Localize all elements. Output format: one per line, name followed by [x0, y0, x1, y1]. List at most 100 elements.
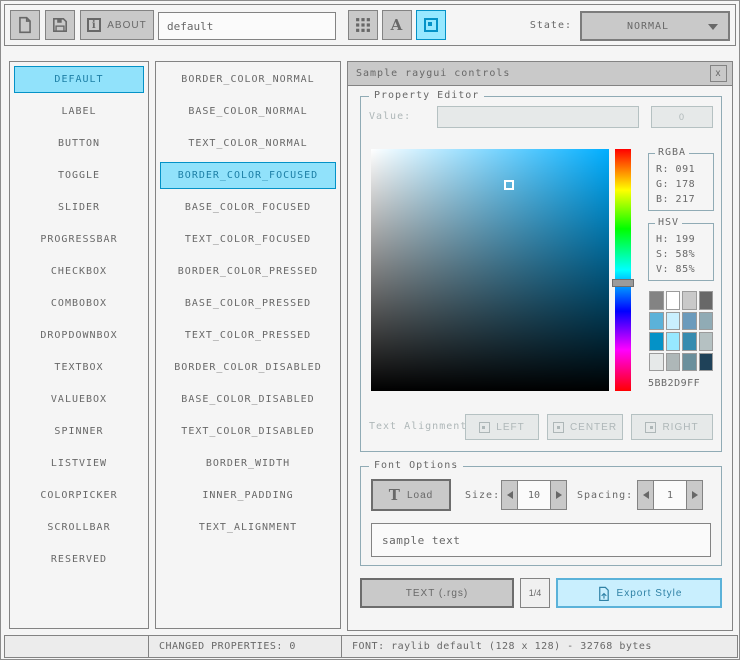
- controls-list-item[interactable]: SLIDER: [14, 194, 144, 221]
- controls-list-item[interactable]: LABEL: [14, 98, 144, 125]
- palette-color-cell[interactable]: [698, 311, 713, 330]
- chevron-down-icon: [708, 24, 718, 30]
- hsv-v-value: V: 85%: [656, 264, 696, 275]
- close-button[interactable]: x: [710, 65, 727, 82]
- properties-list-item[interactable]: BORDER_COLOR_PRESSED: [160, 258, 336, 285]
- properties-list-item[interactable]: BORDER_COLOR_DISABLED: [160, 354, 336, 381]
- right-arrow-icon: [555, 491, 562, 499]
- palette-color-cell[interactable]: [682, 291, 697, 310]
- properties-list-item[interactable]: TEXT_ALIGNMENT: [160, 514, 336, 541]
- hue-slider-handle[interactable]: [612, 278, 634, 287]
- table-view-button[interactable]: [348, 10, 378, 40]
- rgba-group: RGBA R: 091 G: 178 B: 217: [648, 147, 714, 211]
- palette-color-cell[interactable]: [665, 352, 680, 371]
- palette-color-cell[interactable]: [682, 352, 697, 371]
- font-load-icon: T: [388, 486, 401, 504]
- properties-list-item[interactable]: BASE_COLOR_PRESSED: [160, 290, 336, 317]
- value-apply-button: 0: [651, 106, 713, 128]
- export-file-icon: [598, 586, 609, 601]
- font-load-label: Load: [406, 489, 434, 501]
- rgba-group-label: RGBA: [655, 147, 690, 158]
- info-icon: i: [87, 18, 102, 32]
- properties-list-item[interactable]: BASE_COLOR_FOCUSED: [160, 194, 336, 221]
- controls-list-item[interactable]: BUTTON: [14, 130, 144, 157]
- size-decrease-button[interactable]: [501, 480, 518, 510]
- about-button[interactable]: i ABOUT: [80, 10, 154, 40]
- palette-color-cell[interactable]: [698, 332, 713, 351]
- controls-list-item[interactable]: SCROLLBAR: [14, 514, 144, 541]
- value-apply-label: 0: [678, 112, 685, 122]
- size-value: 10: [518, 480, 550, 510]
- value-input: [437, 106, 639, 128]
- palette-color-cell[interactable]: [649, 332, 664, 351]
- controls-list-item[interactable]: COMBOBOX: [14, 290, 144, 317]
- properties-list-item[interactable]: BASE_COLOR_DISABLED: [160, 386, 336, 413]
- palette-color-cell[interactable]: [665, 291, 680, 310]
- palette-color-cell[interactable]: [665, 311, 680, 330]
- statusbar-font-info: FONT: raylib default (128 x 128) - 32768…: [341, 635, 738, 658]
- sv-panel[interactable]: [371, 149, 609, 391]
- font-sample-textbox[interactable]: sample text: [371, 523, 711, 557]
- window-title: Sample raygui controls: [356, 68, 511, 79]
- controls-list-item[interactable]: RESERVED: [14, 546, 144, 573]
- properties-list-item[interactable]: TEXT_COLOR_PRESSED: [160, 322, 336, 349]
- spacing-increase-button[interactable]: [686, 480, 703, 510]
- value-label: Value:: [369, 111, 412, 122]
- font-view-button[interactable]: A: [382, 10, 412, 40]
- properties-list-item[interactable]: BORDER_COLOR_FOCUSED: [160, 162, 336, 189]
- properties-list-item[interactable]: BASE_COLOR_NORMAL: [160, 98, 336, 125]
- controls-list-item[interactable]: TOGGLE: [14, 162, 144, 189]
- size-spinner: 10: [501, 480, 567, 510]
- palette-color-cell[interactable]: [682, 311, 697, 330]
- palette-color-cell[interactable]: [698, 352, 713, 371]
- export-style-button[interactable]: Export Style: [556, 578, 722, 608]
- export-page-button[interactable]: 1/4: [520, 578, 550, 608]
- about-button-label: ABOUT: [107, 19, 147, 31]
- sv-cursor[interactable]: [504, 180, 515, 191]
- palette-color-cell[interactable]: [649, 352, 664, 371]
- style-color-palette: [649, 291, 713, 371]
- palette-color-cell[interactable]: [698, 291, 713, 310]
- controls-list-item[interactable]: SPINNER: [14, 418, 144, 445]
- save-style-button[interactable]: [45, 10, 75, 40]
- controls-list-item[interactable]: DROPDOWNBOX: [14, 322, 144, 349]
- spacing-decrease-button[interactable]: [637, 480, 654, 510]
- style-name-input[interactable]: [158, 12, 336, 40]
- align-center-label: CENTER: [569, 421, 618, 433]
- spacing-value: 1: [654, 480, 686, 510]
- spacing-label: Spacing:: [577, 490, 634, 501]
- hue-slider[interactable]: [615, 149, 631, 391]
- new-style-button[interactable]: [10, 10, 40, 40]
- controls-list-item[interactable]: TEXTBOX: [14, 354, 144, 381]
- controls-list-item[interactable]: VALUEBOX: [14, 386, 144, 413]
- palette-color-cell[interactable]: [682, 332, 697, 351]
- font-load-button[interactable]: T Load: [371, 479, 451, 511]
- properties-list-item[interactable]: TEXT_COLOR_NORMAL: [160, 130, 336, 157]
- property-editor-group-label: Property Editor: [369, 90, 485, 101]
- controls-list-item[interactable]: CHECKBOX: [14, 258, 144, 285]
- font-options-group-label: Font Options: [369, 460, 464, 471]
- controls-list-item[interactable]: LISTVIEW: [14, 450, 144, 477]
- controls-list-item[interactable]: DEFAULT: [14, 66, 144, 93]
- close-icon: x: [715, 68, 722, 79]
- properties-list-item[interactable]: TEXT_COLOR_DISABLED: [160, 418, 336, 445]
- font-icon: A: [390, 16, 404, 34]
- properties-list-item[interactable]: BORDER_COLOR_NORMAL: [160, 66, 336, 93]
- properties-list-item[interactable]: INNER_PADDING: [160, 482, 336, 509]
- palette-color-cell[interactable]: [649, 291, 664, 310]
- hsv-group-label: HSV: [655, 217, 683, 228]
- controls-list: DEFAULT LABEL BUTTON TOGGLE SLIDER PROGRESSBA…: [9, 61, 149, 629]
- rgba-r-value: R: 091: [656, 164, 696, 175]
- palette-color-cell[interactable]: [665, 332, 680, 351]
- controls-list-item[interactable]: COLORPICKER: [14, 482, 144, 509]
- properties-list-item[interactable]: BORDER_WIDTH: [160, 450, 336, 477]
- controls-list-item[interactable]: PROGRESSBAR: [14, 226, 144, 253]
- size-increase-button[interactable]: [550, 480, 567, 510]
- state-dropdown[interactable]: NORMAL: [580, 11, 730, 41]
- style-view-button[interactable]: [416, 10, 446, 40]
- export-style-label: Export Style: [616, 587, 683, 599]
- properties-list-item[interactable]: TEXT_COLOR_FOCUSED: [160, 226, 336, 253]
- palette-color-cell[interactable]: [649, 311, 664, 330]
- export-format-button[interactable]: TEXT (.rgs): [360, 578, 514, 608]
- window-titlebar: Sample raygui controls x: [348, 62, 732, 86]
